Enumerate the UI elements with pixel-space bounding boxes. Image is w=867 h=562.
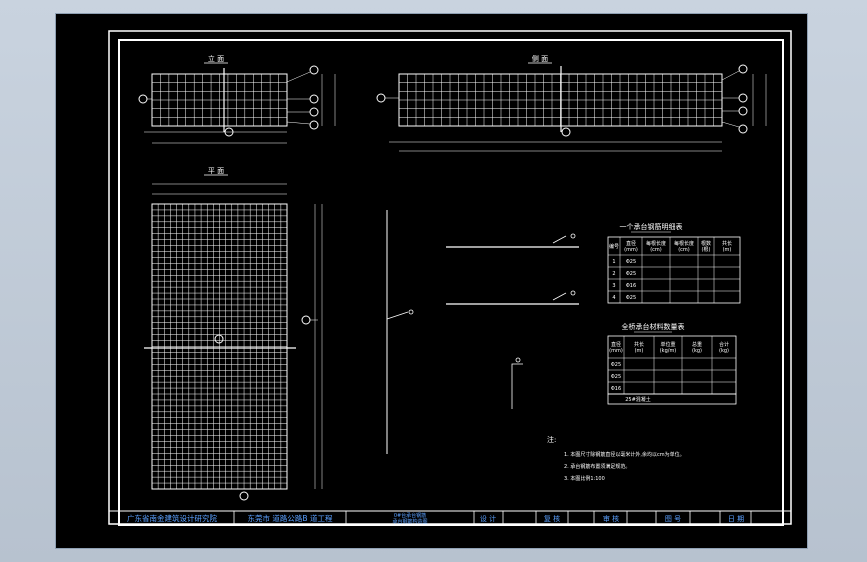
title-block: 广东省南金建筑设计研究院 东莞市 道路公路B 道工程 0#台承台钢筋 承台钢筋构… <box>109 510 791 525</box>
material-table: 直径(mm)共长(m)单位重(kg/m)总重(kg)合计(kg)Φ25Φ25Φ1… <box>607 335 737 405</box>
note-item-2: 2. 承台钢筋布置须满足规范。 <box>564 463 630 470</box>
date-label: 日 期 <box>728 515 744 523</box>
material-table-footer-label: 25#混凝土 <box>625 396 651 403</box>
rebar-table-title: 一个承台钢筋明细表 <box>620 222 683 231</box>
rebar-table-cell: 共长 <box>722 240 732 247</box>
drawing-name-line2: 承台钢筋构造图 <box>392 518 427 525</box>
project-name: 东莞市 道路公路B 道工程 <box>248 513 333 523</box>
approve-label: 审 核 <box>603 514 619 523</box>
cad-viewport[interactable]: 立 面 侧 面 平 面 一个承台钢筋明细表 编号 直径 (mm) 每根长度 (c… <box>55 13 808 549</box>
rebar-table-cell: 1 <box>612 259 615 265</box>
design-label: 设 计 <box>480 514 496 523</box>
rebar-table-cell: (m) <box>723 247 732 253</box>
material-table-cell: (kg) <box>692 348 702 354</box>
material-table-cell: Φ16 <box>611 386 621 392</box>
material-table-cell: 直径 <box>611 341 621 348</box>
rebar-table: 编号 直径(mm)每根长度(cm)每根长度(cm)根数(根)共长(m)1 Φ252 Φ… <box>607 236 741 304</box>
plan-title: 平 面 <box>208 167 224 175</box>
material-table-cell: (mm) <box>609 348 623 354</box>
rebar-table-cell: 每根长度 <box>674 240 694 247</box>
side-title: 侧 面 <box>532 54 548 63</box>
rebar-table-cell: Φ25 <box>626 259 636 265</box>
rebar-table-cell: 2 <box>612 271 615 277</box>
rebar-shapes <box>386 210 579 454</box>
rebar-table-cell: Φ16 <box>626 283 636 289</box>
rebar-table-cell: 每根长度 <box>646 240 666 247</box>
material-table-cell: 总重 <box>692 341 702 348</box>
company-name: 广东省南金建筑设计研究院 <box>127 513 217 523</box>
rebar-table-cell: Φ25 <box>626 271 636 277</box>
rebar-table-cell: 4 <box>612 295 615 301</box>
drawing-number-label: 图 号 <box>665 515 681 523</box>
rebar-table-cell: 3 <box>612 283 615 289</box>
material-table-cell: 单位重 <box>660 341 675 348</box>
note-item-1: 1. 本图尺寸除钢筋直径以毫米计外,余均以cm为单位。 <box>564 451 685 458</box>
rebar-table-cell: (根) <box>702 246 711 253</box>
rebar-table-cell: Φ25 <box>626 295 636 301</box>
material-table-cell: (m) <box>635 348 644 354</box>
material-table-cell: Φ25 <box>611 362 621 368</box>
material-table-title: 全桥承台材料数量表 <box>622 322 685 331</box>
side-view <box>376 64 767 152</box>
material-table-cell: (kg) <box>719 348 729 354</box>
rebar-table-cell: (cm) <box>678 247 690 253</box>
material-table-cell: (kg/m) <box>660 348 677 354</box>
drawing-canvas: 立 面 侧 面 平 面 一个承台钢筋明细表 编号 直径(mm)每根长度(cm)每… <box>108 30 792 526</box>
rebar-table-cell: 直径 <box>626 240 636 247</box>
material-table-cell: 共长 <box>634 341 644 348</box>
material-table-cell: Φ25 <box>611 374 621 380</box>
elevation-view <box>138 65 336 144</box>
rebar-table-cell: (cm) <box>650 247 662 253</box>
review-label: 复 核 <box>544 514 560 523</box>
plan-view <box>144 183 323 501</box>
rebar-table-cell: 编号 <box>609 243 619 250</box>
rebar-table-cell: 根数 <box>701 240 711 247</box>
elevation-title: 立 面 <box>208 54 224 63</box>
notes-title: 注: <box>547 435 556 444</box>
drawing-name-line1: 0#台承台钢筋 <box>394 512 426 519</box>
note-item-3: 3. 本图比例1:100 <box>564 475 605 482</box>
material-table-cell: 合计 <box>719 341 729 348</box>
rebar-table-cell: (mm) <box>624 247 638 253</box>
